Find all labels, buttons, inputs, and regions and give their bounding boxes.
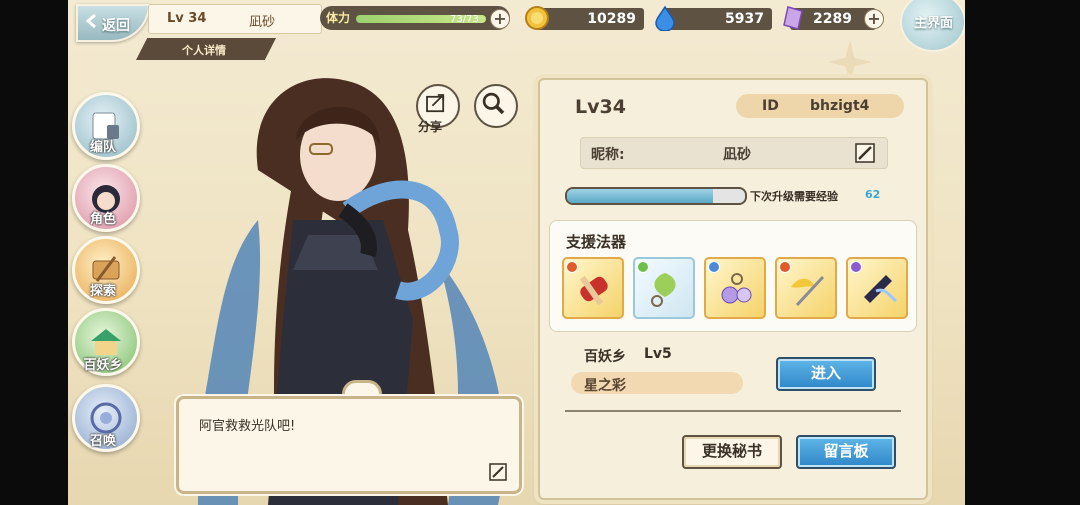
id-label: ID [762, 98, 779, 114]
artifact-slot-2[interactable] [633, 257, 695, 319]
artifact-slot-4[interactable] [775, 257, 837, 319]
village-subtitle-text: 星之彩 [584, 378, 626, 394]
village-name: 百妖乡 [584, 349, 626, 365]
profile-panel: Lv34 ID bhzigt4 昵称: 凪砂 下次升级需要经验 62 支援法器 [538, 78, 928, 500]
nav-village-label: 百妖乡 [83, 358, 123, 373]
leaf-bell-icon [651, 273, 676, 307]
subtab-personal-details: 个人详情 [136, 38, 276, 60]
water-drop-icon [655, 5, 675, 31]
artifact-slot-3[interactable] [704, 257, 766, 319]
secretary-dialog[interactable]: 阿官救救光队吧! [176, 396, 522, 494]
change-secretary-button[interactable]: 更换秘书 [682, 435, 782, 469]
id-value: bhzigt4 [810, 98, 870, 114]
exp-bar [565, 187, 747, 205]
artifact-slot-5[interactable] [846, 257, 908, 319]
crystal-value: 2289 [813, 11, 852, 27]
back-arrow-icon [85, 13, 96, 29]
screen: 返回 Lv 34 凪砂 体力 73/73 + 10289 5937 2289 +… [0, 0, 1080, 505]
subtab-label: 个人详情 [182, 44, 226, 57]
profile-level: Lv34 [575, 96, 626, 118]
exp-fill [567, 189, 713, 203]
top-bar: 返回 Lv 34 凪砂 体力 73/73 + 10289 5937 2289 +… [68, 0, 965, 52]
back-button[interactable]: 返回 [76, 4, 150, 42]
water-value: 5937 [725, 11, 764, 27]
player-level: Lv 34 [167, 11, 207, 26]
nickname-label: 昵称: [591, 147, 625, 163]
nav-summon-label: 召唤 [89, 434, 116, 449]
player-id: ID bhzigt4 [736, 94, 904, 118]
main-screen-button[interactable]: 主界面 [900, 0, 965, 52]
gold-counter: 10289 [525, 6, 644, 30]
player-name: 凪砂 [249, 15, 276, 30]
earring-orb-icon [721, 273, 752, 304]
add-crystal-button[interactable]: + [864, 9, 884, 29]
share-icon [426, 94, 445, 113]
nav-character-label: 角色 [89, 212, 116, 227]
gold-value: 10289 [587, 11, 636, 27]
enter-village-button[interactable]: 进入 [776, 357, 876, 391]
crystal-icon [783, 6, 803, 30]
add-stamina-button[interactable]: + [490, 9, 510, 29]
edit-dialog-icon[interactable] [489, 463, 507, 481]
share-label: 分享 [418, 120, 443, 134]
nav-explore-label: 探索 [89, 284, 116, 299]
main-screen-label: 主界面 [914, 16, 954, 31]
left-letterbox [0, 0, 68, 505]
player-plate: Lv 34 凪砂 [148, 4, 322, 34]
gold-coin-icon [525, 6, 549, 30]
divider [565, 410, 901, 412]
support-artifacts: 支援法器 [549, 220, 917, 332]
water-counter: 5937 [655, 5, 772, 31]
red-scroll-icon [579, 275, 608, 306]
golden-wing-sword-icon [791, 275, 825, 307]
stamina-label: 体力 [326, 11, 351, 25]
dark-blade-icon [864, 275, 897, 303]
magnifier-icon [482, 92, 505, 115]
village-subtitle: 星之彩 [571, 372, 743, 394]
nickname-field: 昵称: 凪砂 [580, 137, 888, 169]
exp-value: 62 [865, 188, 881, 201]
right-letterbox [965, 0, 1080, 505]
exp-label: 下次升级需要经验 [750, 190, 838, 203]
left-nav: 编队 角色 探索 百妖乡 召唤 [68, 64, 140, 505]
stamina-bar: 体力 73/73 [320, 6, 510, 30]
nav-team-label: 编队 [89, 140, 116, 155]
game-viewport: 返回 Lv 34 凪砂 体力 73/73 + 10289 5937 2289 +… [68, 0, 965, 505]
zoom-button[interactable] [474, 84, 518, 128]
message-board-button[interactable]: 留言板 [796, 435, 896, 469]
support-title: 支援法器 [566, 233, 627, 251]
dialog-text: 阿官救救光队吧! [199, 419, 296, 434]
stamina-value: 73/73 [450, 14, 479, 25]
nickname-value: 凪砂 [723, 147, 751, 163]
artifact-slot-1[interactable] [562, 257, 624, 319]
village-level: Lv5 [644, 346, 672, 362]
back-label: 返回 [102, 18, 130, 34]
edit-nickname-icon[interactable] [855, 143, 875, 163]
